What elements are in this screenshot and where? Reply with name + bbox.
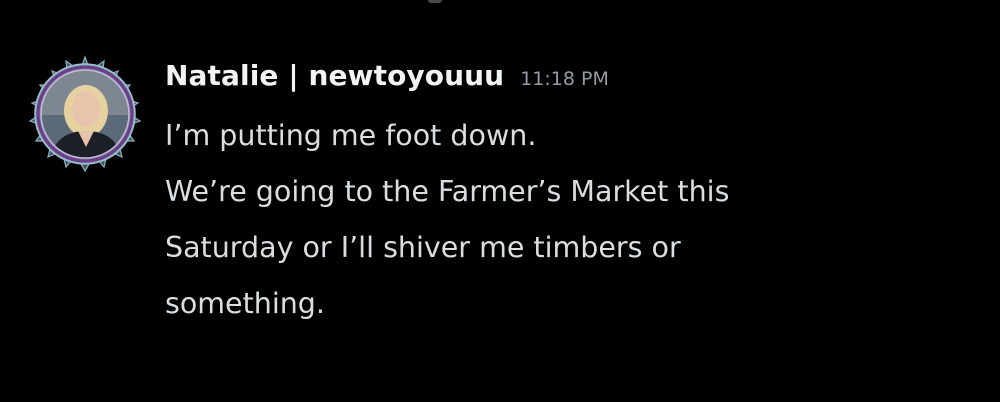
author-username[interactable]: Natalie | newtoyouuu: [165, 59, 504, 92]
chat-message[interactable]: Natalie | newtoyouuu 11:18 PM I’m puttin…: [26, 55, 976, 385]
message-line: Saturday or I’ll shiver me timbers or: [165, 231, 681, 264]
message-line: We’re going to the Farmer’s Market this: [165, 175, 730, 208]
message-text: I’m putting me foot down. We’re going to…: [165, 108, 965, 332]
previous-message-edge: [428, 0, 442, 3]
message-line: I’m putting me foot down.: [165, 119, 537, 152]
message-header: Natalie | newtoyouuu 11:18 PM: [165, 59, 965, 105]
avatar[interactable]: [26, 55, 144, 173]
message-timestamp[interactable]: 11:18 PM: [520, 68, 609, 90]
avatar-decoration-icon: [28, 55, 142, 173]
message-line: something.: [165, 287, 325, 320]
message-content: Natalie | newtoyouuu 11:18 PM I’m puttin…: [165, 59, 965, 332]
